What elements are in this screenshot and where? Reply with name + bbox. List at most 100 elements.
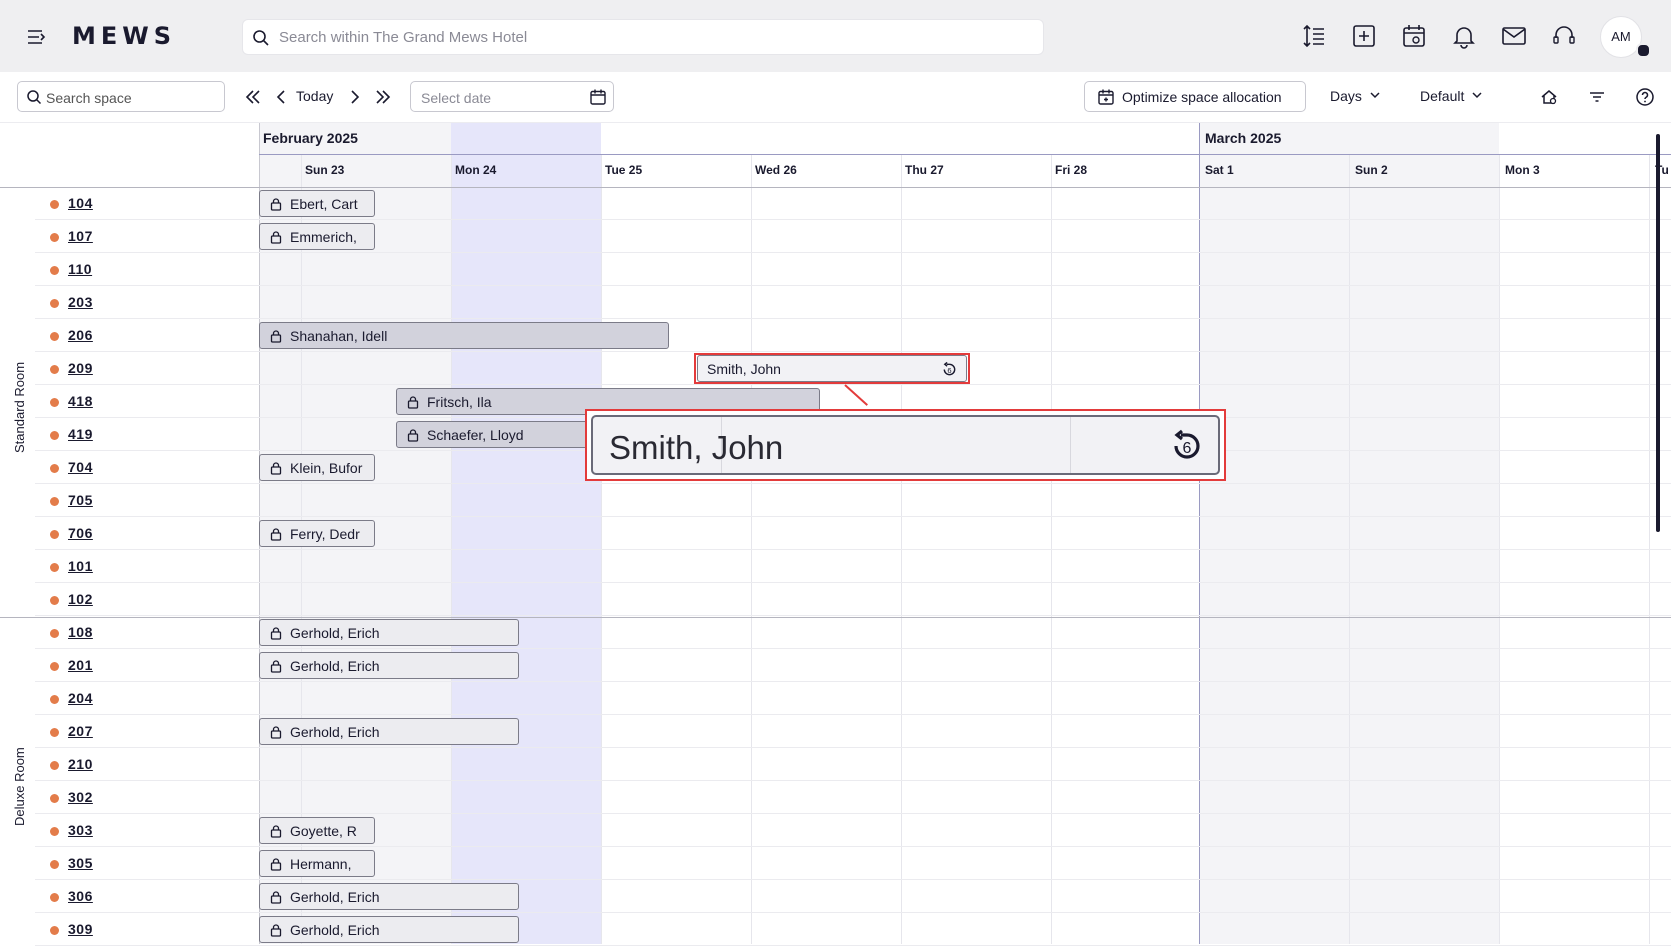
reservation-bar[interactable]: Klein, Bufor [259,454,375,481]
room-number-link[interactable]: 210 [68,756,93,772]
room-number-link[interactable]: 204 [68,690,93,706]
guest-name: Hermann, [290,856,352,872]
room-number-link[interactable]: 206 [68,327,93,343]
guest-name: Gerhold, Erich [290,625,380,641]
reservation-bar[interactable]: Gerhold, Erich [259,718,519,745]
row-divider [35,285,1671,286]
reservation-bar[interactable]: Goyette, R [259,817,375,844]
room-number-link[interactable]: 209 [68,360,93,376]
search-icon [253,30,269,46]
room-number-link[interactable]: 309 [68,921,93,937]
reservation-bar[interactable]: Ebert, Cart [259,190,375,217]
menu-collapse-icon[interactable] [24,25,48,49]
help-icon[interactable] [1635,87,1655,107]
lock-icon [270,462,282,475]
room-number-link[interactable]: 102 [68,591,93,607]
jump-back-icon[interactable] [242,86,264,108]
date-input[interactable] [419,82,583,113]
toolbar: Today Optimize space allocation Days Def… [0,72,1671,123]
room-status-dot [50,200,59,209]
row-divider [35,648,1671,649]
lock-icon [270,627,282,640]
layout-dropdown[interactable]: Default [1420,88,1482,104]
room-status-dot [50,266,59,275]
guest-name: Gerhold, Erich [290,922,380,938]
room-number-link[interactable]: 110 [68,261,92,277]
row-divider [35,318,1671,319]
lock-icon [270,231,282,244]
row-divider [35,252,1671,253]
room-number-link[interactable]: 108 [68,624,93,640]
mail-icon[interactable] [1500,22,1528,50]
reservation-bar[interactable]: Gerhold, Erich [259,883,519,910]
vertical-scrollbar[interactable] [1656,134,1660,532]
space-search-box[interactable] [17,81,225,113]
chevron-down-icon [1472,92,1482,99]
day-label: Sun 2 [1355,163,1388,177]
row-divider [35,879,1671,880]
room-number-link[interactable]: 303 [68,822,93,838]
room-number-link[interactable]: 207 [68,723,93,739]
room-number-link[interactable]: 706 [68,525,93,541]
room-number-link[interactable]: 201 [68,657,93,673]
lock-icon [270,726,282,739]
calendar-icon[interactable] [589,88,607,106]
room-number-link[interactable]: 418 [68,393,93,409]
calendar-view-icon[interactable] [1400,22,1428,50]
day-label: Sat 1 [1205,163,1234,177]
top-bar: MEWS 2 [0,0,1671,72]
reservation-bar[interactable]: Gerhold, Erich [259,916,519,943]
jump-forward-icon[interactable] [372,86,394,108]
reservation-bar[interactable]: Emmerich, [259,223,375,250]
bell-icon[interactable] [1450,22,1478,50]
lock-icon [270,825,282,838]
group-label-standard-room: Standard Room [12,361,27,453]
row-height-icon[interactable] [1300,22,1328,50]
room-number-link[interactable]: 101 [68,558,93,574]
global-search-input[interactable] [275,20,1043,54]
day-label: Mon 3 [1505,163,1540,177]
room-number-link[interactable]: 419 [68,426,93,442]
layout-value: Default [1420,88,1465,104]
view-mode-dropdown[interactable]: Days [1330,88,1380,104]
row-divider [35,615,1671,616]
reservation-bar[interactable]: Gerhold, Erich [259,652,519,679]
filter-icon[interactable] [1587,87,1607,107]
room-number-link[interactable]: 104 [68,195,93,211]
today-button[interactable]: Today [296,88,333,104]
lock-icon [407,429,419,442]
guest-name: Fritsch, Ila [427,394,492,410]
room-number-link[interactable]: 107 [68,228,93,244]
room-number-link[interactable]: 704 [68,459,93,475]
reservation-bar[interactable]: Ferry, Dedr [259,520,375,547]
room-status-dot [50,497,59,506]
day-label: Wed 26 [755,163,797,177]
month-separator [1199,123,1200,944]
reservation-bar[interactable]: Hermann, [259,850,375,877]
room-number-link[interactable]: 306 [68,888,93,904]
group-divider [0,187,1671,188]
add-icon[interactable] [1350,22,1378,50]
room-number-link[interactable]: 705 [68,492,93,508]
reservation-bar[interactable]: Schaefer, Lloyd [396,421,596,448]
room-number-link[interactable]: 203 [68,294,93,310]
room-number-link[interactable]: 305 [68,855,93,871]
reservation-bar[interactable]: Gerhold, Erich [259,619,519,646]
home-settings-icon[interactable] [1539,87,1559,107]
optimize-space-allocation-button[interactable]: Optimize space allocation [1084,81,1306,112]
room-number-link[interactable]: 302 [68,789,93,805]
row-divider [35,747,1671,748]
calendar-optimize-icon [1098,89,1114,105]
room-status-dot [50,662,59,671]
help-agent-icon[interactable] [1550,22,1578,50]
space-search-input[interactable] [44,82,223,113]
previous-icon[interactable] [270,86,292,108]
reservation-bar[interactable]: Shanahan, Idell [259,322,669,349]
lock-icon [270,528,282,541]
date-picker[interactable] [410,81,614,113]
row-divider [35,846,1671,847]
global-search-box[interactable] [242,19,1044,55]
next-icon[interactable] [344,86,366,108]
room-status-dot [50,365,59,374]
guest-name: Gerhold, Erich [290,658,380,674]
